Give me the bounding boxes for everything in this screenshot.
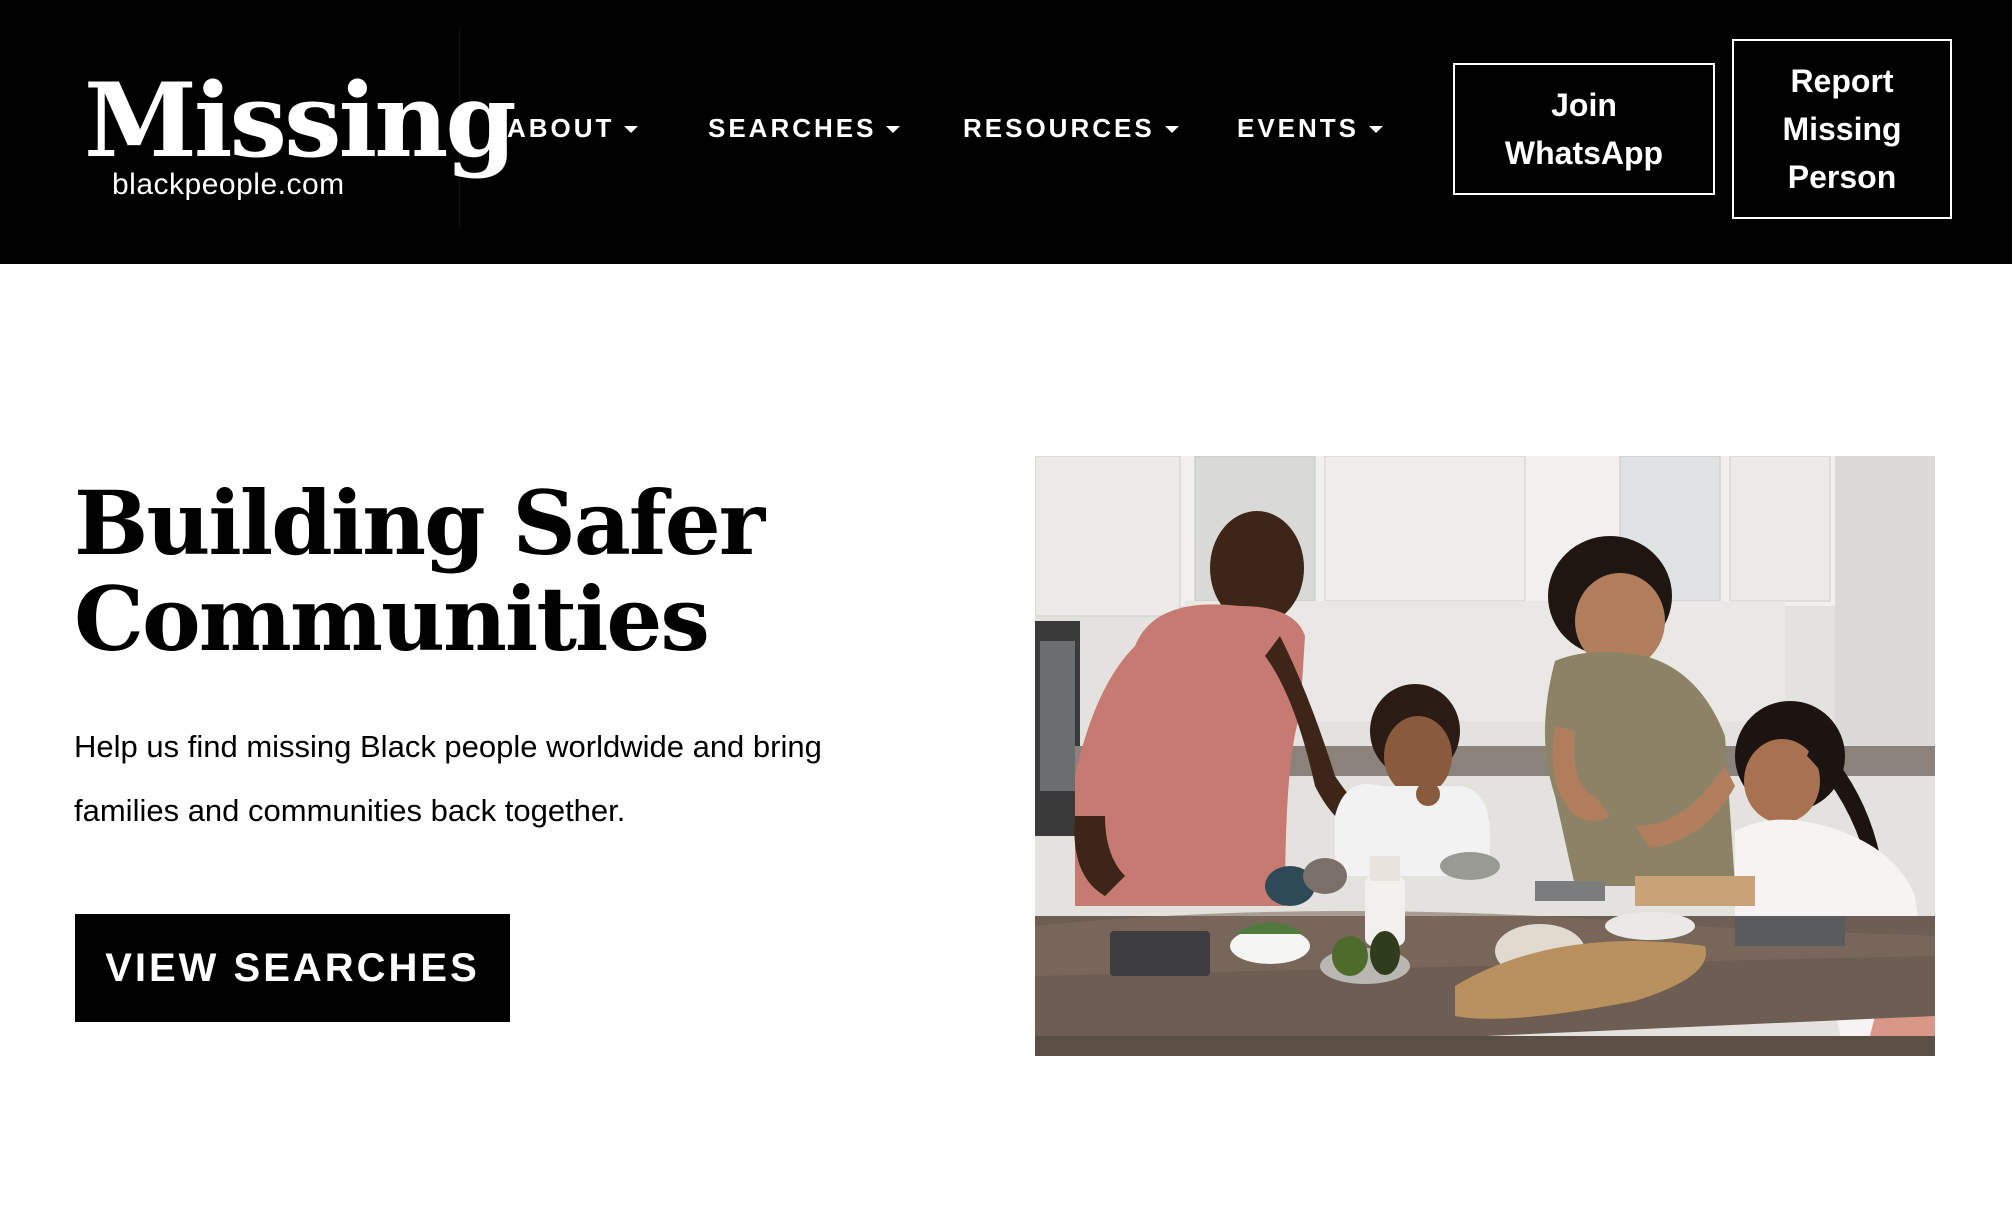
site-header: Missing blackpeople.com ABOUT SEARCHES R… [0, 0, 2012, 264]
report-missing-person-button[interactable]: Report Missing Person [1732, 39, 1952, 219]
join-whatsapp-button[interactable]: Join WhatsApp [1453, 63, 1715, 195]
caret-down-icon [1369, 125, 1384, 133]
nav-searches[interactable]: SEARCHES [708, 110, 901, 146]
caret-down-icon [624, 125, 639, 133]
report-line2: Missing [1782, 111, 1902, 147]
hero-description-line2: families and communities back together. [74, 793, 626, 828]
hero-title-line2: Communities [74, 567, 710, 671]
nav-searches-label: SEARCHES [708, 113, 877, 143]
nav-events[interactable]: EVENTS [1237, 110, 1384, 146]
nav-about[interactable]: ABOUT [507, 110, 639, 146]
view-searches-button[interactable]: VIEW SEARCHES [75, 914, 510, 1022]
logo-domain: blackpeople.com [112, 168, 345, 201]
hero-family-photo [1035, 456, 1935, 1056]
caret-down-icon [886, 125, 901, 133]
hero-description: Help us find missing Black people worldw… [74, 715, 974, 843]
hero-title-line1: Building Safer [74, 471, 765, 575]
join-whatsapp-line2: WhatsApp [1504, 135, 1664, 171]
hero-title: Building Safer Communities [74, 475, 954, 667]
site-logo[interactable]: Missing blackpeople.com [74, 28, 517, 230]
join-whatsapp-line1: Join [1551, 87, 1617, 123]
nav-resources[interactable]: RESOURCES [963, 110, 1179, 146]
report-line3: Person [1787, 159, 1897, 195]
nav-about-label: ABOUT [507, 113, 615, 143]
nav-resources-label: RESOURCES [963, 113, 1155, 143]
nav-events-label: EVENTS [1237, 113, 1360, 143]
family-kitchen-illustration [1035, 456, 1935, 1056]
report-line1: Report [1790, 63, 1894, 99]
caret-down-icon [1164, 125, 1179, 133]
logo-wordmark: Missing [84, 61, 517, 181]
hero-description-line1: Help us find missing Black people worldw… [74, 729, 822, 764]
